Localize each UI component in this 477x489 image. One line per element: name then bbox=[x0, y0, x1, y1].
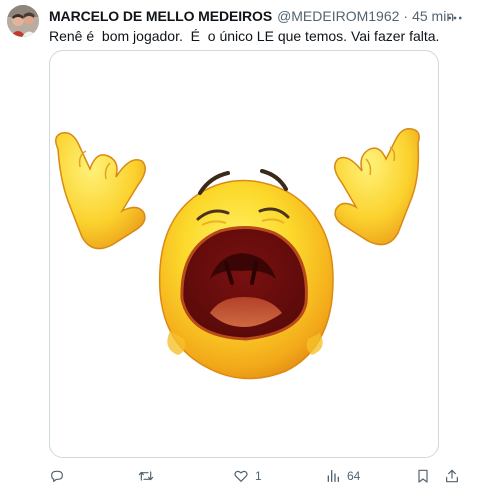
media-image[interactable] bbox=[49, 50, 439, 458]
repost-icon bbox=[138, 471, 154, 481]
tweet[interactable]: MARCELO DE MELLO MEDEIROS @MEDEIROM1962 … bbox=[0, 0, 477, 489]
tweet-header: MARCELO DE MELLO MEDEIROS @MEDEIROM1962 … bbox=[49, 6, 454, 26]
more-button[interactable] bbox=[445, 8, 465, 28]
reply-button[interactable] bbox=[49, 466, 71, 486]
views-button[interactable]: 64 bbox=[325, 466, 360, 486]
right-hand bbox=[334, 127, 420, 246]
more-horizontal-icon bbox=[448, 16, 462, 20]
avatar[interactable] bbox=[7, 5, 39, 37]
views-icon bbox=[327, 470, 339, 482]
author-handle[interactable]: @MEDEIROM1962 bbox=[277, 6, 399, 26]
repost-button[interactable] bbox=[137, 466, 161, 486]
bookmark-icon bbox=[418, 469, 428, 483]
view-count: 64 bbox=[347, 469, 361, 483]
bookmark-button[interactable] bbox=[415, 466, 431, 486]
avatar-image bbox=[7, 5, 39, 37]
action-bar: 1 64 bbox=[49, 466, 465, 486]
like-button[interactable]: 1 bbox=[233, 466, 262, 486]
left-hand bbox=[55, 131, 146, 250]
heart-icon bbox=[234, 470, 248, 482]
crying-emoji-icon bbox=[55, 127, 420, 380]
share-button[interactable] bbox=[444, 466, 460, 486]
share-icon bbox=[446, 469, 458, 483]
reply-icon bbox=[51, 470, 63, 482]
tweet-text: Renê é bom jogador. É o único LE que tem… bbox=[49, 28, 440, 44]
emoji-face bbox=[158, 169, 334, 380]
author-display-name[interactable]: MARCELO DE MELLO MEDEIROS bbox=[49, 6, 272, 26]
like-count: 1 bbox=[255, 469, 262, 483]
header-separator: · bbox=[403, 8, 409, 24]
